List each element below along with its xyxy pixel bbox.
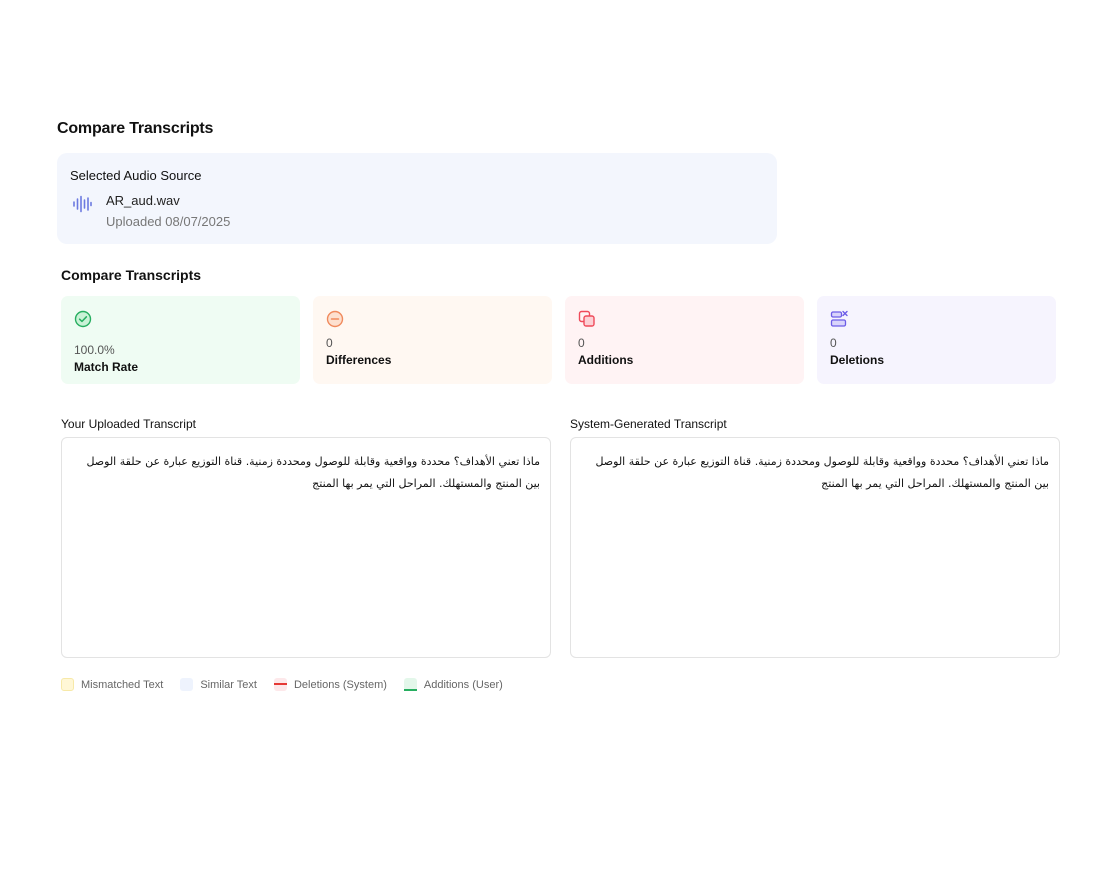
minus-circle-icon <box>326 310 344 328</box>
legend-label-deletions: Deletions (System) <box>293 678 387 691</box>
audio-source-heading: Selected Audio Source <box>70 168 202 183</box>
legend-item-similar: Similar Text <box>180 678 257 691</box>
compare-section-title: Compare Transcripts <box>61 267 202 283</box>
audio-wave-icon <box>73 195 92 213</box>
additions-card: 0 Additions <box>565 296 804 384</box>
system-transcript-panel[interactable]: ماذا تعني الأهداف؟ محددة وواقعية وقابلة … <box>570 437 1060 658</box>
page-title: Compare Transcripts <box>57 120 214 137</box>
audio-upload-date: Uploaded 08/07/2025 <box>106 214 231 229</box>
legend-item-mismatched: Mismatched Text <box>61 678 163 691</box>
differences-value: 0 <box>326 336 333 350</box>
deletions-card: 0 Deletions <box>817 296 1056 384</box>
legend-label-additions: Additions (User) <box>423 678 503 691</box>
audio-source-card: Selected Audio Source AR_aud.wav Uploade… <box>57 153 777 244</box>
audio-filename: AR_aud.wav <box>106 193 180 208</box>
deletions-value: 0 <box>830 336 837 350</box>
additions-swatch <box>403 678 417 691</box>
additions-value: 0 <box>578 336 585 350</box>
copy-squares-icon <box>578 310 595 327</box>
system-transcript-label: System-Generated Transcript <box>570 417 727 431</box>
list-remove-icon <box>830 310 848 327</box>
match-rate-card: 100.0% Match Rate <box>61 296 300 384</box>
legend-item-additions: Additions (User) <box>403 678 503 691</box>
match-rate-label: Match Rate <box>74 360 139 374</box>
system-transcript-text: ماذا تعني الأهداف؟ محددة وواقعية وقابلة … <box>595 455 1049 490</box>
similar-swatch <box>180 678 194 691</box>
mismatched-swatch <box>61 678 74 691</box>
legend: Mismatched Text Similar Text Deletions (… <box>61 678 520 691</box>
deletions-label: Deletions <box>830 353 885 367</box>
uploaded-transcript-text: ماذا تعني الأهداف؟ محددة وواقعية وقابلة … <box>86 455 540 490</box>
check-circle-icon <box>74 310 92 328</box>
differences-card: 0 Differences <box>313 296 552 384</box>
uploaded-transcript-label: Your Uploaded Transcript <box>61 417 196 431</box>
deletions-swatch <box>273 678 287 691</box>
differences-label: Differences <box>326 353 392 367</box>
legend-label-similar: Similar Text <box>200 678 257 691</box>
legend-label-mismatched: Mismatched Text <box>81 678 164 691</box>
match-rate-value: 100.0% <box>74 343 115 357</box>
legend-item-deletions: Deletions (System) <box>273 678 387 691</box>
additions-label: Additions <box>578 353 634 367</box>
uploaded-transcript-panel[interactable]: ماذا تعني الأهداف؟ محددة وواقعية وقابلة … <box>61 437 551 658</box>
